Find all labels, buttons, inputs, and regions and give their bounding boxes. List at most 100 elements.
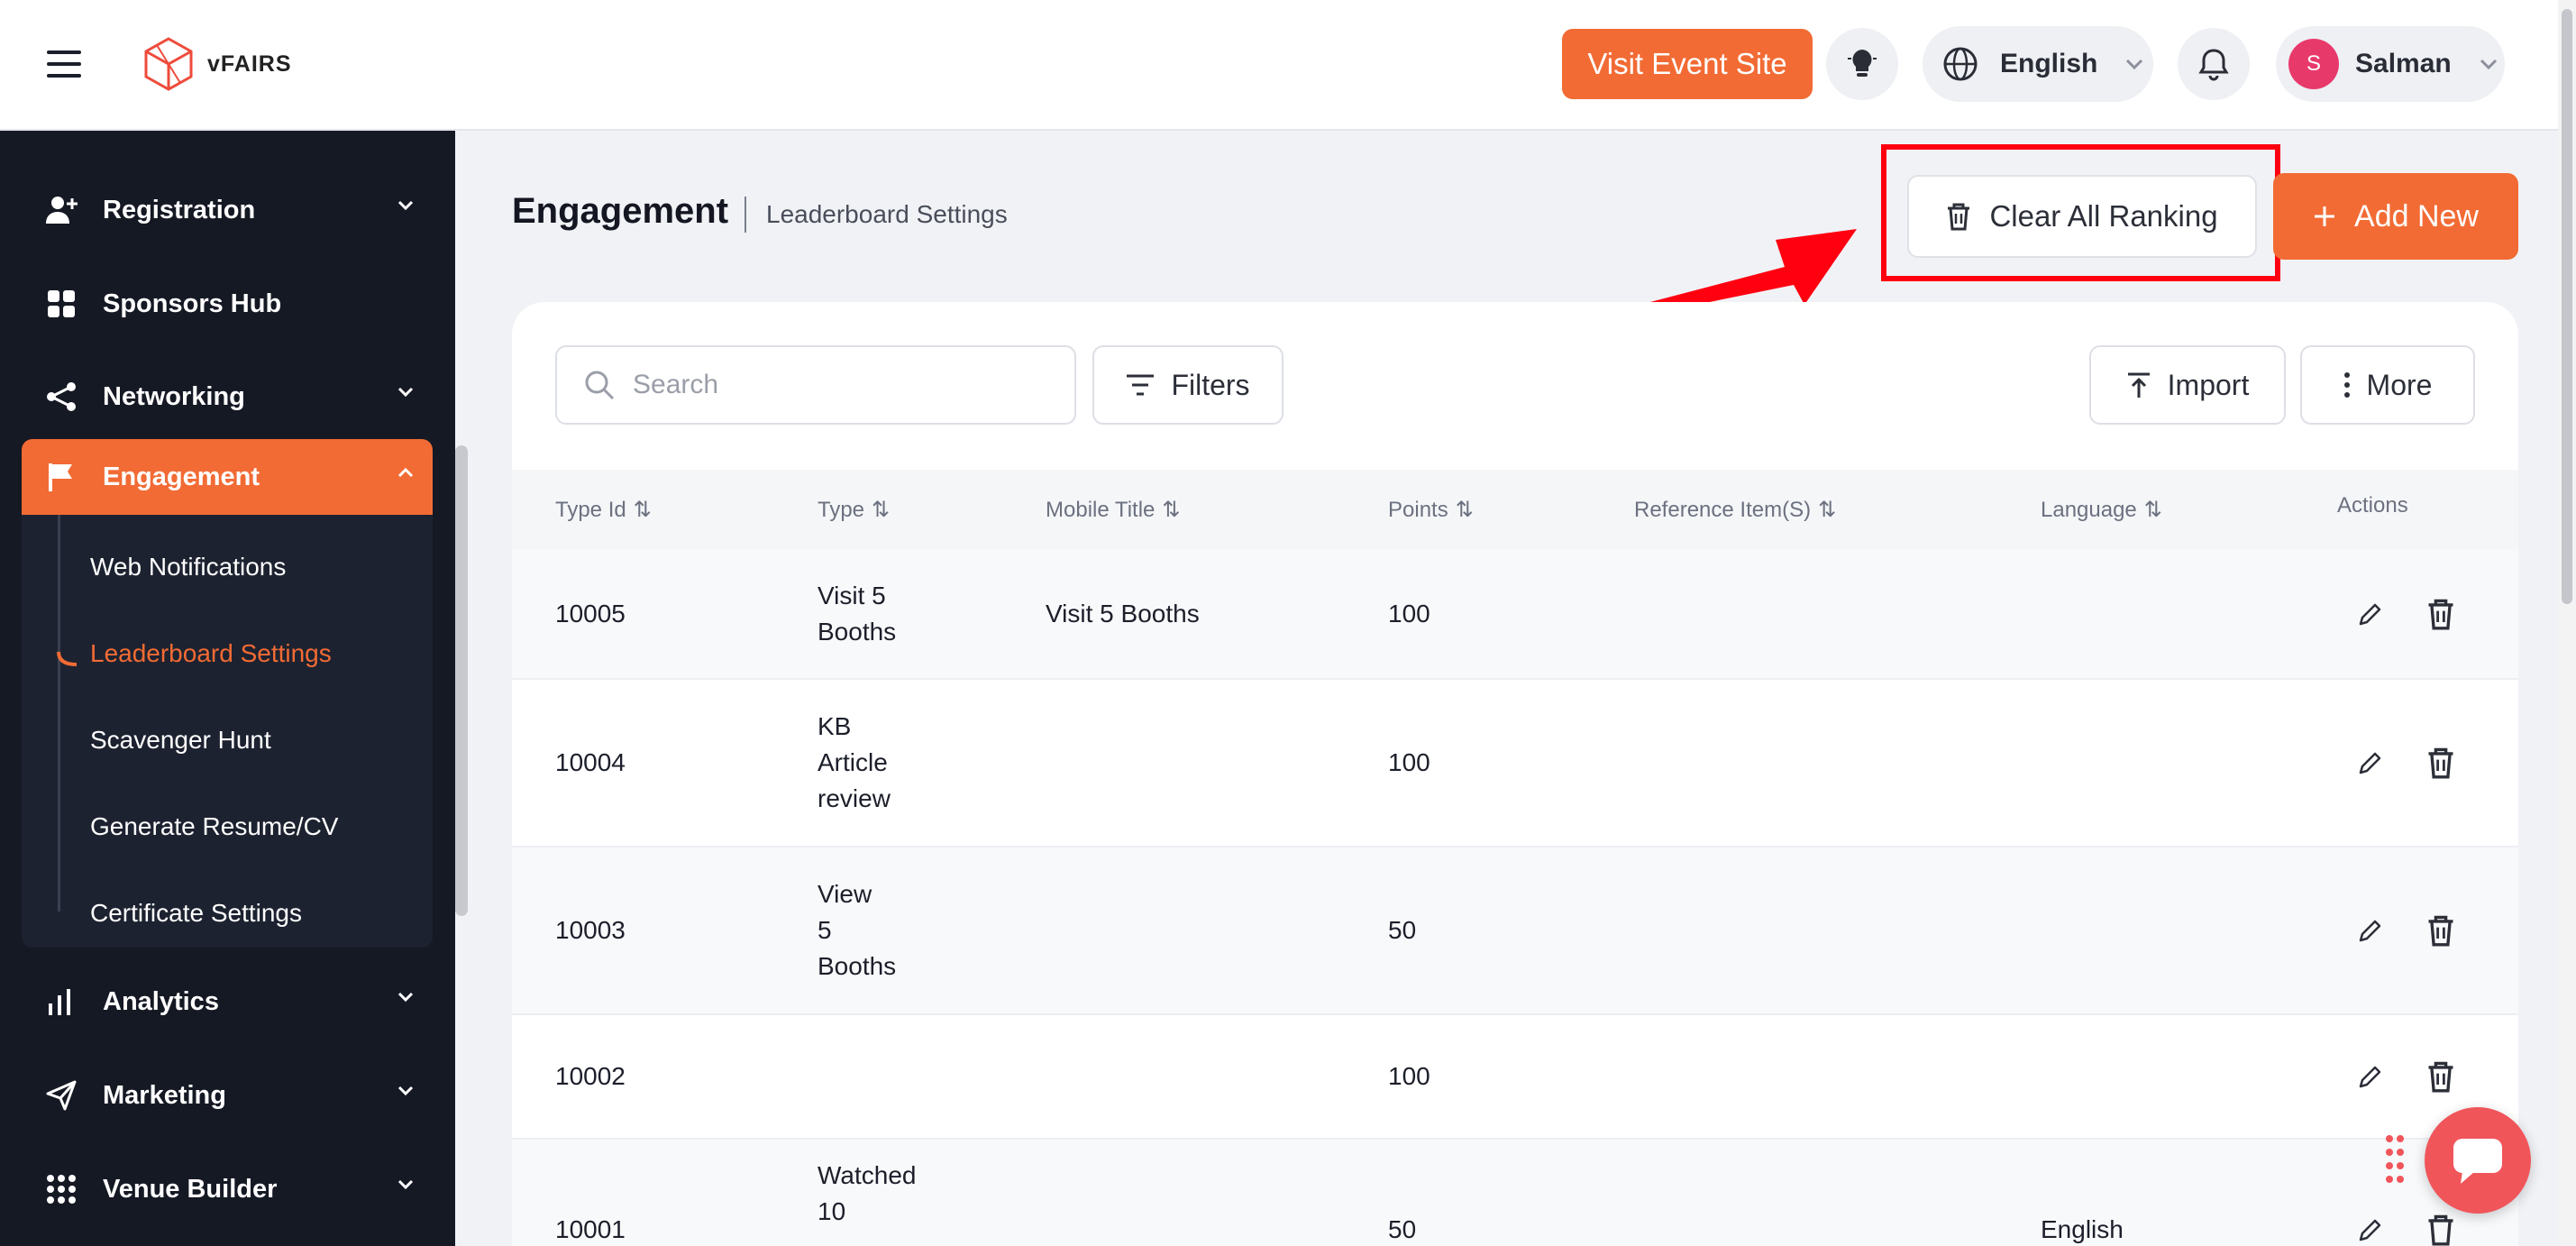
trash-icon[interactable]	[2426, 914, 2455, 947]
chat-icon	[2453, 1139, 2502, 1184]
cell-type-id: 10001	[555, 1215, 626, 1243]
page-subtitle: Leaderboard Settings	[766, 200, 1008, 228]
submenu-item-leaderboard-settings[interactable]: Leaderboard Settings	[90, 639, 332, 668]
filter-icon	[1127, 374, 1155, 396]
chevron-down-icon	[2480, 59, 2497, 70]
search-input[interactable]	[633, 370, 1065, 400]
trash-icon[interactable]	[2426, 747, 2455, 779]
edit-icon[interactable]	[2356, 918, 2383, 945]
sort-icon: ⇅	[872, 498, 891, 522]
sidebar-item-engagement[interactable]: Engagement	[22, 439, 433, 515]
edit-icon[interactable]	[2356, 601, 2383, 628]
edit-icon[interactable]	[2356, 1064, 2383, 1091]
cell-type-line: Article	[818, 748, 888, 776]
chat-button[interactable]	[2425, 1107, 2531, 1214]
trash-icon[interactable]	[2426, 598, 2455, 630]
chevron-down-icon[interactable]	[397, 1178, 415, 1191]
sidebar-item-registration[interactable]: Registration	[22, 172, 433, 248]
user-name: Salman	[2355, 49, 2452, 78]
sidebar-item-label: Marketing	[103, 1080, 226, 1110]
table-header: Type Id ⇅ Type ⇅ Mobile Title ⇅ Points ⇅ Ref…	[512, 470, 2518, 549]
visit-event-site-button[interactable]: Visit Event Site	[1562, 29, 1813, 99]
edit-icon[interactable]	[2356, 750, 2383, 777]
table-row: 10002 100	[512, 1015, 2518, 1140]
user-menu[interactable]: S Salman	[2276, 26, 2505, 102]
cell-type-line: Visit 5	[818, 582, 886, 609]
filters-button[interactable]: Filters	[1092, 345, 1283, 425]
sidebar-item-marketing[interactable]: Marketing	[22, 1058, 433, 1133]
leaderboard-table-card: Filters Import More Type Id ⇅ Type ⇅ Mobil…	[512, 302, 2518, 1246]
page-scrollbar[interactable]	[2558, 0, 2576, 1246]
cell-mobile-title: Visit 5 Booths	[1046, 600, 1200, 628]
chevron-down-icon[interactable]	[397, 1085, 415, 1097]
sidebar-item-venue-builder[interactable]: Venue Builder	[22, 1151, 433, 1227]
column-header-reference-items[interactable]: Reference Item(S) ⇅	[1634, 497, 1836, 523]
cell-points: 100	[1388, 748, 1430, 776]
sort-icon: ⇅	[1162, 498, 1181, 522]
add-new-button[interactable]: Add New	[2273, 173, 2518, 260]
column-header-mobile-title[interactable]: Mobile Title ⇅	[1046, 497, 1181, 523]
cell-type-line: Booths	[818, 952, 897, 980]
submenu-item-generate-resume[interactable]: Generate Resume/CV	[90, 812, 338, 841]
column-label: Type	[818, 497, 865, 522]
add-new-label: Add New	[2354, 198, 2479, 234]
cell-type-line: 10	[818, 1197, 846, 1225]
sidebar-item-label: Engagement	[103, 462, 260, 491]
submenu-item-certificate-settings[interactable]: Certificate Settings	[90, 899, 302, 928]
column-header-points[interactable]: Points ⇅	[1388, 497, 1474, 523]
user-plus-icon	[45, 194, 78, 226]
trash-icon[interactable]	[2426, 1060, 2455, 1093]
bell-icon	[2198, 49, 2229, 81]
logo[interactable]: vFAIRS	[142, 36, 292, 92]
cell-type-line: View	[818, 880, 872, 908]
table-row: 10004 KB Article review 100	[512, 680, 2518, 847]
tips-button[interactable]	[1826, 28, 1898, 100]
globe-icon	[1943, 47, 1978, 81]
sort-icon: ⇅	[633, 498, 652, 522]
sidebar-item-analytics[interactable]: Analytics	[22, 964, 433, 1040]
upload-icon	[2127, 372, 2150, 398]
chevron-up-icon[interactable]	[397, 466, 415, 479]
edit-icon[interactable]	[2356, 1217, 2383, 1244]
sidebar-item-label: Registration	[103, 195, 256, 224]
cell-language: English	[2041, 1215, 2124, 1243]
column-header-language[interactable]: Language ⇅	[2041, 497, 2162, 523]
menu-icon[interactable]	[47, 50, 81, 78]
cell-type-id: 10005	[555, 600, 626, 628]
bar-chart-icon	[45, 985, 78, 1018]
submenu-item-web-notifications[interactable]: Web Notifications	[90, 553, 286, 582]
chevron-down-icon[interactable]	[397, 199, 415, 212]
notifications-button[interactable]	[2178, 28, 2250, 100]
search-box[interactable]	[555, 345, 1076, 425]
vfairs-logo-icon	[144, 37, 193, 91]
sidebar-item-networking[interactable]: Networking	[22, 359, 433, 435]
sidebar-scrollbar[interactable]	[455, 445, 468, 916]
sidebar: Registration Sponsors Hub Networking Eng…	[0, 131, 455, 1246]
page-scrollbar-thumb[interactable]	[2562, 9, 2572, 604]
column-label: Type Id	[555, 497, 626, 522]
column-header-type-id[interactable]: Type Id ⇅	[555, 497, 652, 523]
language-selector[interactable]: English	[1923, 26, 2153, 102]
submenu-item-scavenger-hunt[interactable]: Scavenger Hunt	[90, 726, 271, 755]
column-label: Language	[2041, 497, 2137, 522]
trash-icon[interactable]	[2426, 1214, 2455, 1246]
cell-points: 50	[1388, 1215, 1417, 1243]
import-label: Import	[2167, 368, 2250, 401]
send-icon	[45, 1079, 78, 1112]
grid-icon	[45, 288, 78, 320]
import-button[interactable]: Import	[2089, 345, 2286, 425]
drag-handle-icon[interactable]	[2385, 1134, 2405, 1188]
chevron-down-icon[interactable]	[397, 386, 415, 399]
more-vertical-icon	[2343, 372, 2350, 398]
more-button[interactable]: More	[2300, 345, 2475, 425]
column-header-type[interactable]: Type ⇅	[818, 497, 890, 523]
engagement-submenu: Web Notifications Leaderboard Settings S…	[22, 515, 433, 948]
cell-type-line: Watched	[818, 1161, 917, 1189]
cell-type: Watched 10	[818, 1158, 916, 1230]
sidebar-item-sponsors-hub[interactable]: Sponsors Hub	[22, 266, 433, 342]
apps-icon	[45, 1173, 78, 1205]
cell-type-line: Booths	[818, 618, 897, 646]
cell-type: View 5 Booths	[818, 876, 896, 985]
share-icon	[45, 380, 78, 413]
chevron-down-icon[interactable]	[397, 991, 415, 1003]
